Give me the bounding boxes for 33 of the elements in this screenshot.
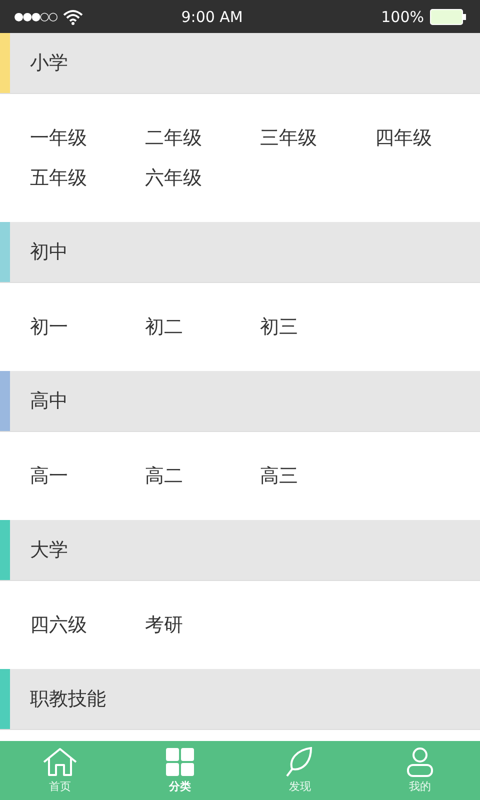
grade-link[interactable]: 三年级 — [260, 118, 317, 158]
category-header[interactable]: 职教技能 — [0, 669, 480, 730]
category-header[interactable]: 高中 — [0, 371, 480, 432]
grade-link[interactable]: 五年级 — [30, 158, 87, 198]
grade-link[interactable]: 高三 — [260, 456, 298, 496]
clock-time: 9:00 AM — [180, 8, 244, 26]
grade-link[interactable]: 初三 — [260, 307, 298, 347]
battery-percent: 100% — [381, 8, 424, 26]
category-title: 职教技能 — [30, 687, 106, 712]
grid-icon — [165, 747, 195, 777]
category-header[interactable]: 初中 — [0, 222, 480, 283]
category-title: 高中 — [30, 389, 68, 414]
grade-link[interactable]: 四六级 — [30, 605, 87, 645]
grade-link[interactable]: 六年级 — [145, 158, 202, 198]
grade-link[interactable]: 二年级 — [145, 118, 202, 158]
grade-link[interactable]: 高二 — [145, 456, 183, 496]
grade-link[interactable]: 一年级 — [30, 118, 87, 158]
category-title: 小学 — [30, 51, 68, 76]
category-title: 初中 — [30, 240, 68, 265]
grade-link[interactable]: 四年级 — [375, 118, 432, 158]
grade-link[interactable]: 初一 — [30, 307, 68, 347]
person-icon — [405, 747, 435, 777]
category-title: 大学 — [30, 538, 68, 563]
grade-link[interactable]: 初二 — [145, 307, 183, 347]
signal-indicator: ●●●○○ — [14, 10, 57, 23]
battery-icon — [430, 8, 466, 24]
grade-link[interactable]: 高一 — [30, 456, 68, 496]
category-header[interactable]: 大学 — [0, 520, 480, 581]
grade-link[interactable]: 考研 — [145, 605, 183, 645]
wifi-icon — [63, 8, 83, 24]
home-icon — [42, 747, 78, 777]
category-header[interactable]: 小学 — [0, 33, 480, 94]
leaf-icon — [285, 747, 315, 777]
